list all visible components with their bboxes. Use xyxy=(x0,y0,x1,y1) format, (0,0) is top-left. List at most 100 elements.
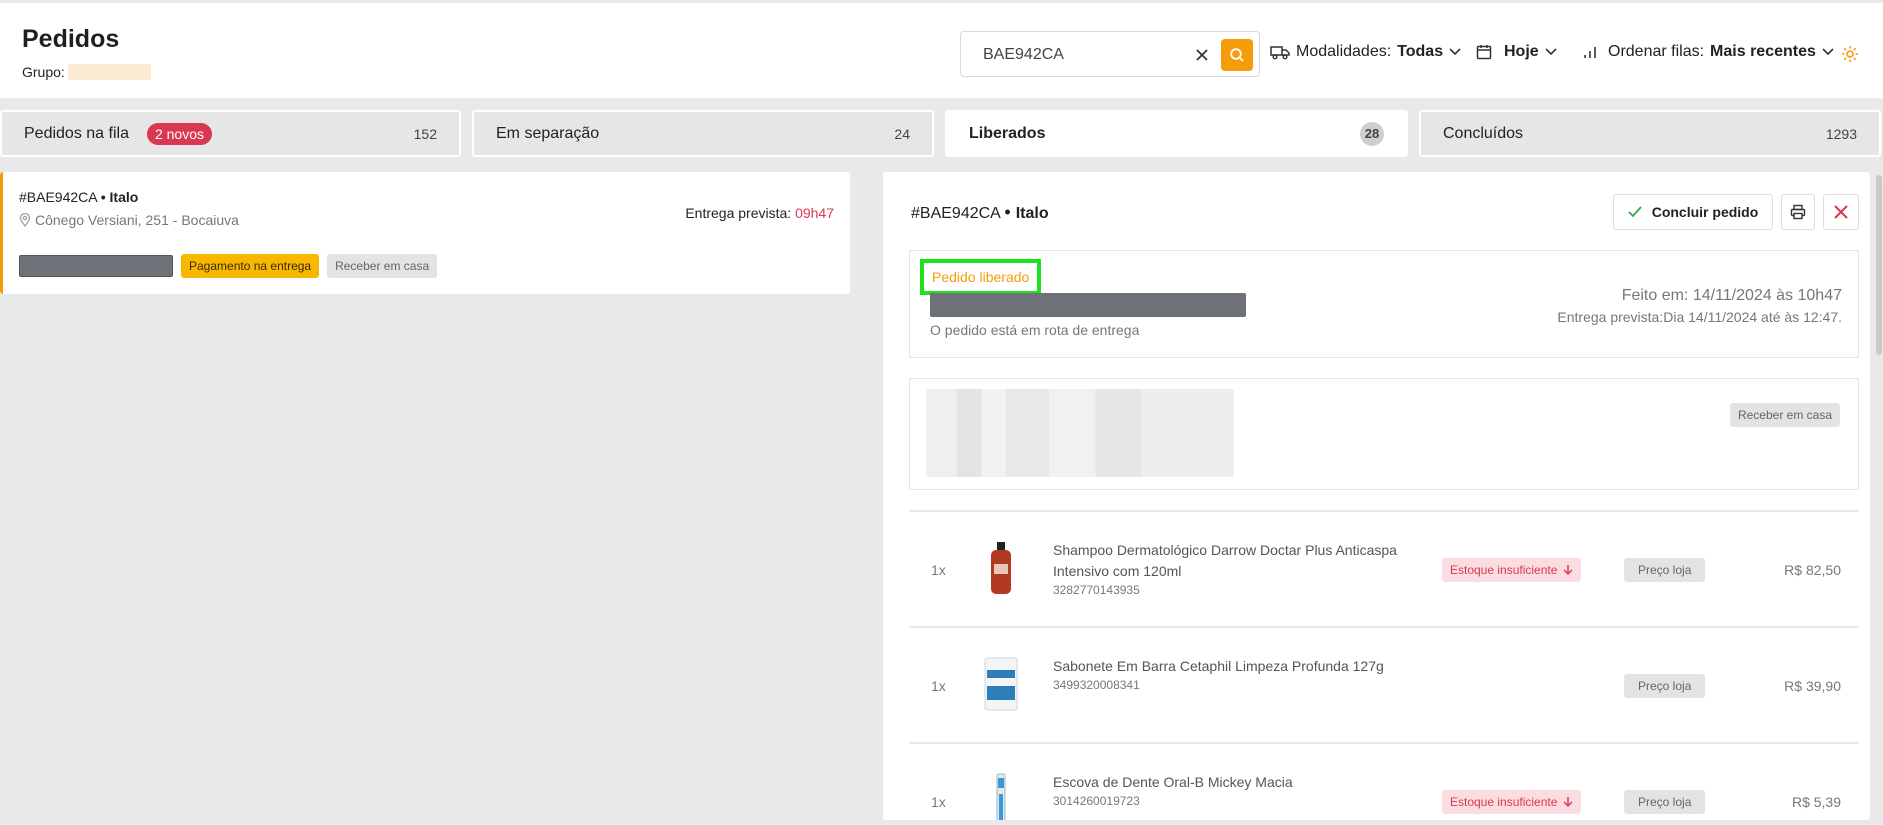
tab-queue[interactable]: Pedidos na fila 2 novos 152 xyxy=(0,110,461,157)
redacted-customer-info xyxy=(926,389,1234,477)
arrow-down-icon xyxy=(1563,565,1573,576)
delivery-tag: Receber em casa xyxy=(327,254,438,278)
date-filter[interactable]: Hoje xyxy=(1476,43,1557,61)
order-made-at: Feito em: 14/11/2024 às 10h47 xyxy=(1621,287,1842,304)
order-eta-value: 09h47 xyxy=(795,205,834,221)
order-eta: Entrega prevista: 09h47 xyxy=(685,205,834,221)
status-label: Pedido liberado xyxy=(920,259,1042,295)
modalities-label: Modalidades: xyxy=(1296,43,1392,60)
order-address-text: Cônego Versiani, 251 - Bocaiuva xyxy=(35,212,239,228)
modalities-value: Todas xyxy=(1397,43,1444,60)
order-status-box: Pedido liberado O pedido está em rota de… xyxy=(909,250,1859,358)
stock-warning-badge[interactable]: Estoque insuficiente xyxy=(1442,558,1582,582)
conclude-order-label: Concluir pedido xyxy=(1651,204,1759,220)
tab-queue-label-group: Pedidos na fila 2 novos xyxy=(24,122,213,145)
item-qty: 1x xyxy=(931,794,946,810)
tab-completed[interactable]: Concluídos 1293 xyxy=(1419,110,1881,157)
order-card-title: #BAE942CA • Italo xyxy=(19,189,138,205)
stock-warning-badge[interactable]: Estoque insuficiente xyxy=(1442,790,1582,814)
item-name: Escova de Dente Oral-B Mickey Macia xyxy=(1053,774,1293,790)
item-info: Shampoo Dermatológico Darrow Doctar Plus… xyxy=(1053,540,1423,598)
page-title: Pedidos xyxy=(22,25,120,53)
item-sku: 3499320008341 xyxy=(1053,678,1140,692)
order-item: 1x Shampoo Dermatológico Darrow Doctar P… xyxy=(909,510,1859,626)
tab-label: Pedidos na fila xyxy=(24,124,129,142)
order-id: #BAE942CA xyxy=(19,189,97,205)
order-address: Cônego Versiani, 251 - Bocaiuva xyxy=(19,212,239,228)
truck-icon xyxy=(1270,46,1290,60)
tab-count: 24 xyxy=(894,125,910,142)
tab-count: 152 xyxy=(413,125,437,142)
shampoo-bottle-icon xyxy=(991,542,1011,594)
redacted-status-info xyxy=(930,293,1246,317)
soap-box-icon xyxy=(984,657,1018,711)
chevron-down-icon xyxy=(1449,48,1461,56)
item-name: Shampoo Dermatológico Darrow Doctar Plus… xyxy=(1053,542,1397,579)
order-card[interactable]: #BAE942CA • Italo Cônego Versiani, 251 -… xyxy=(0,172,850,294)
item-image xyxy=(971,538,1031,598)
stock-warning-label: Estoque insuficiente xyxy=(1450,795,1558,809)
settings-button[interactable] xyxy=(1841,45,1859,68)
store-price-tag: Preço loja xyxy=(1624,558,1706,582)
group-line: Grupo: xyxy=(22,64,151,80)
item-qty: 1x xyxy=(931,562,946,578)
conclude-order-button[interactable]: Concluir pedido xyxy=(1613,194,1773,230)
tab-released[interactable]: Liberados 28 xyxy=(945,110,1408,157)
item-sku: 3014260019723 xyxy=(1053,794,1140,808)
calendar-icon xyxy=(1476,45,1492,60)
item-qty: 1x xyxy=(931,678,946,694)
payment-tag: Pagamento na entrega xyxy=(181,254,320,278)
close-detail-button[interactable] xyxy=(1823,194,1859,230)
item-info: Escova de Dente Oral-B Mickey Macia 3014… xyxy=(1053,772,1423,809)
modalities-filter[interactable]: Modalidades: Todas xyxy=(1270,43,1461,61)
location-pin-icon xyxy=(19,213,31,227)
group-value-redacted xyxy=(67,64,151,80)
redacted-tag xyxy=(19,255,173,277)
order-eta-label: Entrega prevista: xyxy=(685,205,792,221)
item-sku: 3282770143935 xyxy=(1053,583,1140,597)
chevron-down-icon xyxy=(1545,48,1557,56)
date-value: Hoje xyxy=(1504,43,1539,60)
close-icon xyxy=(1196,49,1208,61)
tab-count: 1293 xyxy=(1825,125,1857,142)
sort-filter[interactable]: Ordenar filas: Mais recentes xyxy=(1582,43,1834,61)
group-label: Grupo: xyxy=(22,64,65,80)
order-detail-panel: #BAE942CA • Italo Concluir pedido Pedido… xyxy=(883,172,1870,820)
print-button[interactable] xyxy=(1781,194,1815,230)
search-box[interactable] xyxy=(960,31,1260,77)
bar-chart-icon xyxy=(1584,47,1596,58)
order-tags: Pagamento na entrega Receber em casa xyxy=(19,254,438,278)
clear-search-button[interactable] xyxy=(1191,44,1213,66)
detail-order-id: #BAE942CA xyxy=(911,205,1000,222)
tab-separating[interactable]: Em separação 24 xyxy=(472,110,934,157)
delivery-tag: Receber em casa xyxy=(1729,403,1840,427)
tab-label: Em separação xyxy=(496,124,600,142)
check-icon xyxy=(1628,206,1642,218)
tab-label: Concluídos xyxy=(1443,124,1524,142)
item-name: Sabonete Em Barra Cetaphil Limpeza Profu… xyxy=(1053,658,1384,674)
gear-icon xyxy=(1842,46,1858,62)
stock-warning-label: Estoque insuficiente xyxy=(1450,563,1558,577)
detail-scrollbar[interactable] xyxy=(1876,175,1882,355)
item-image xyxy=(971,654,1031,714)
sort-value: Mais recentes xyxy=(1710,43,1816,60)
status-subtitle: O pedido está em rota de entrega xyxy=(930,322,1140,338)
search-icon xyxy=(1230,48,1244,62)
order-customer: • Italo xyxy=(100,189,139,205)
close-icon xyxy=(1834,205,1848,219)
detail-customer: Italo xyxy=(1015,205,1049,222)
order-item: 1x Escova de Dente Oral-B Mickey Macia 3… xyxy=(909,742,1859,820)
printer-icon xyxy=(1790,204,1806,220)
page-header: Pedidos Grupo: Modalidades: Todas Hoje O… xyxy=(0,0,1883,98)
detail-dot: • xyxy=(1004,202,1016,222)
store-price-tag: Preço loja xyxy=(1624,790,1706,814)
tab-label: Liberados xyxy=(969,124,1046,142)
detail-title: #BAE942CA • Italo xyxy=(911,202,1049,223)
search-input[interactable] xyxy=(983,44,1183,66)
store-price-tag: Preço loja xyxy=(1624,674,1706,698)
item-price: R$ 5,39 xyxy=(1791,794,1841,810)
search-button[interactable] xyxy=(1221,39,1253,71)
new-orders-badge: 2 novos xyxy=(146,122,213,145)
tab-count: 28 xyxy=(1360,121,1384,146)
order-item: 1x Sabonete Em Barra Cetaphil Limpeza Pr… xyxy=(909,626,1859,742)
